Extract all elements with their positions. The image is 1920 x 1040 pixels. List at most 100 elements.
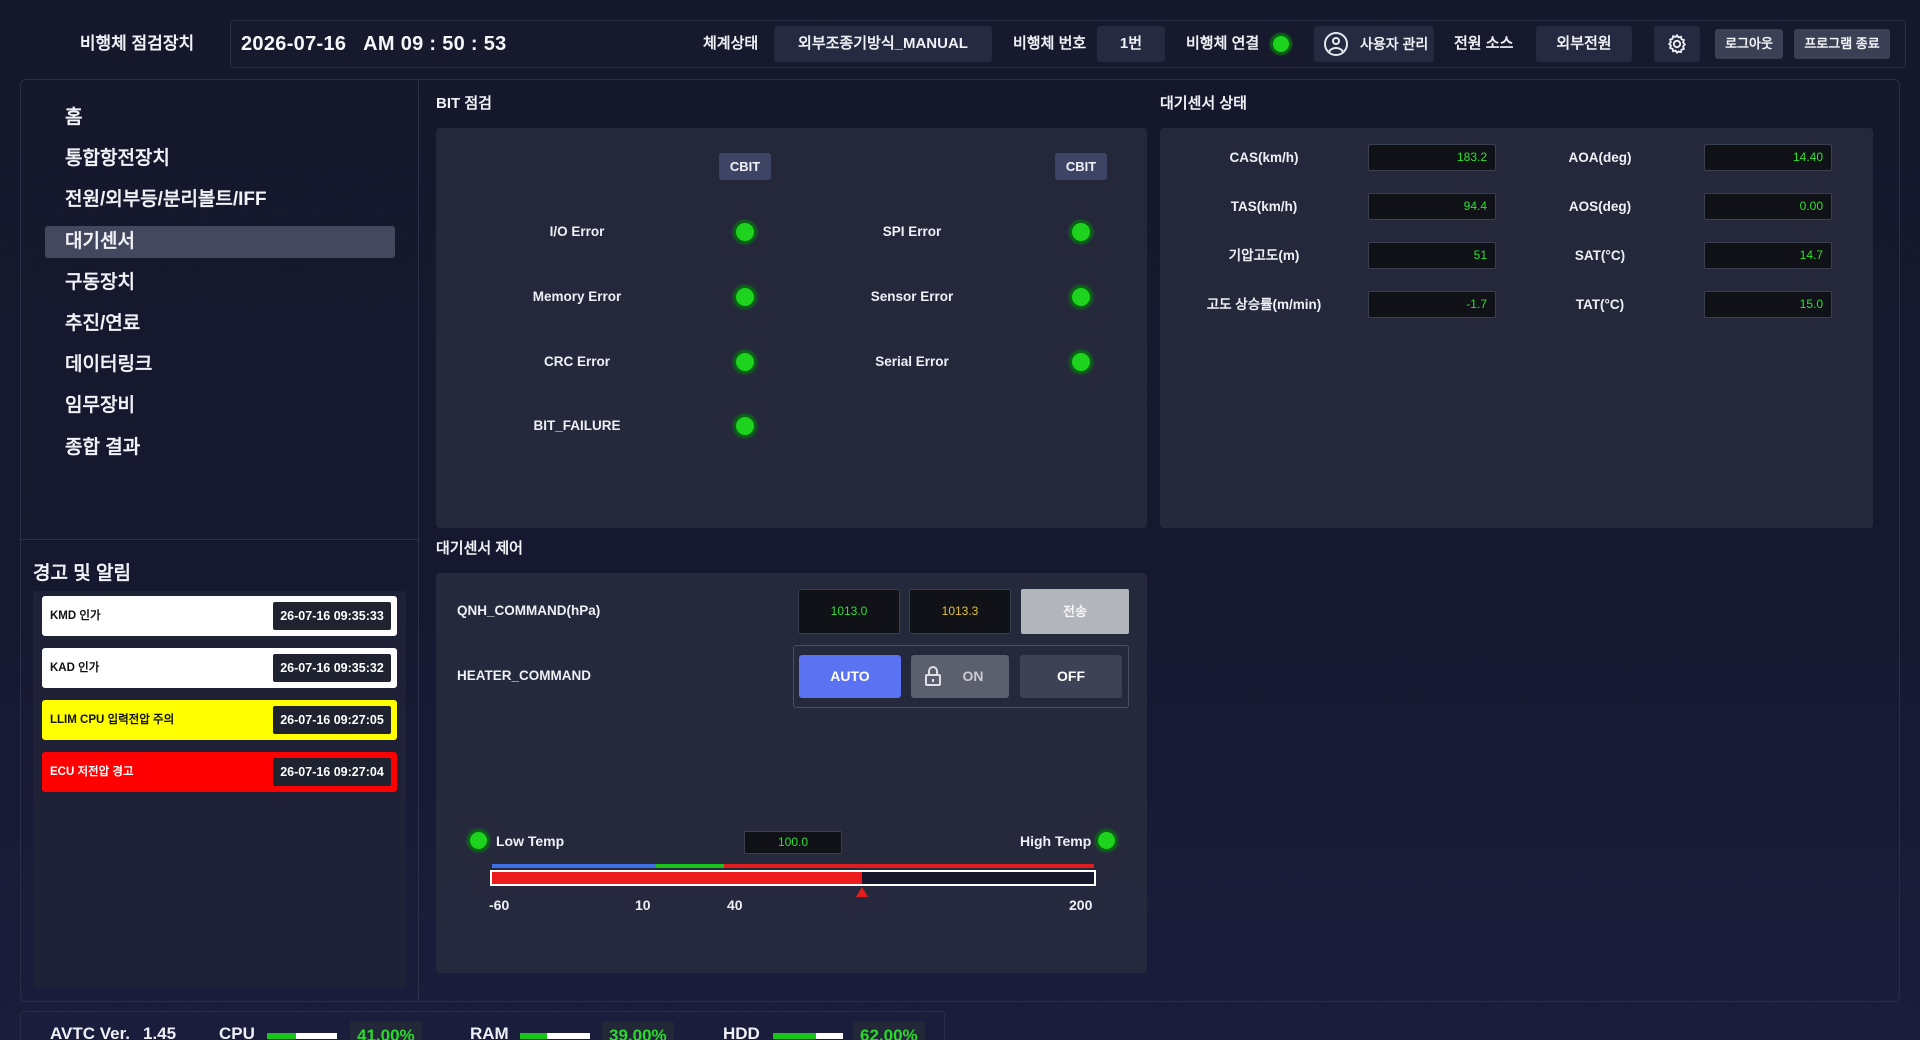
sensor-label-cas: CAS(km/h) [1229, 150, 1299, 165]
alert-text: ECU 저전압 경고 [50, 766, 134, 778]
temp-tick-label: -60 [489, 897, 510, 913]
bit-panel [436, 128, 1147, 528]
alert-time: 26-07-16 09:35:32 [273, 654, 391, 682]
temp-zone-normal [656, 864, 724, 868]
hdd-usage-fill [773, 1033, 817, 1039]
sensor-label-aos: AOS(deg) [1568, 199, 1632, 214]
sensor-value-cas: 183.2 [1368, 144, 1496, 171]
cpu-usage-percent: 41.00% [350, 1021, 422, 1040]
heater-on-button[interactable]: ON [911, 655, 1009, 698]
power-source-value: 외부전원 [1536, 26, 1632, 62]
alert-item[interactable]: KAD 인가 26-07-16 09:35:32 [42, 648, 397, 688]
bit-section-title: BIT 점검 [436, 95, 492, 112]
app-title: 비행체 점검장치 [79, 34, 195, 53]
cbit-header: CBIT [719, 153, 771, 180]
qnh-send-button[interactable]: 전송 [1021, 589, 1129, 634]
sensor-value-aoa: 14.40 [1704, 144, 1832, 171]
alert-item[interactable]: KMD 인가 26-07-16 09:35:33 [42, 596, 397, 636]
status-indicator [736, 353, 754, 371]
qnh-input-field[interactable]: 1013.3 [909, 589, 1011, 634]
temp-zone-hot [724, 864, 1094, 868]
exit-program-button[interactable]: 프로그램 종료 [1794, 29, 1890, 59]
cbit-header: CBIT [1055, 153, 1107, 180]
status-indicator [1072, 353, 1090, 371]
user-management-label: 사용자 관리 [1360, 36, 1429, 52]
status-indicator [1072, 223, 1090, 241]
sensor-label-pressure-altitude: 기압고도(m) [1228, 248, 1300, 263]
vehicle-number-label: 비행체 번호 [1013, 35, 1087, 52]
sidebar-item-air-sensor[interactable]: 대기센서 [45, 226, 395, 258]
sensor-status-panel [1160, 128, 1873, 528]
ram-usage-fill [520, 1033, 548, 1039]
user-icon [1324, 32, 1348, 56]
sensor-label-tas: TAS(km/h) [1230, 199, 1298, 214]
system-state-value: 외부조종기방식_MANUAL [774, 26, 992, 62]
status-indicator [736, 288, 754, 306]
sidebar-item-avionics[interactable]: 통합항전장치 [45, 143, 395, 175]
alert-item[interactable]: LLIM CPU 입력전압 주의 26-07-16 09:27:05 [42, 700, 397, 740]
sensor-value-climb-rate: -1.7 [1368, 291, 1496, 318]
sensor-label-sat: SAT(°C) [1574, 248, 1626, 263]
alert-item[interactable]: ECU 저전압 경고 26-07-16 09:27:04 [42, 752, 397, 792]
gear-icon [1667, 33, 1686, 55]
hdd-usage-percent: 62.00% [853, 1021, 925, 1040]
bit-label-serial-error: Serial Error [875, 354, 949, 369]
heater-auto-button[interactable]: AUTO [799, 655, 901, 698]
cpu-label: CPU [219, 1024, 255, 1040]
qnh-current-value: 1013.0 [798, 589, 900, 634]
sidebar-item-actuator[interactable]: 구동장치 [45, 267, 395, 299]
sensor-value-sat: 14.7 [1704, 242, 1832, 269]
bit-label-sensor-error: Sensor Error [870, 289, 954, 304]
cpu-usage-bar [267, 1033, 337, 1039]
qnh-command-label: QNH_COMMAND(hPa) [457, 603, 601, 618]
sidebar-divider [418, 80, 419, 1001]
temp-gauge-marker [856, 887, 869, 897]
sensor-value-tat: 15.0 [1704, 291, 1832, 318]
status-indicator [1072, 288, 1090, 306]
heater-off-button[interactable]: OFF [1020, 655, 1122, 698]
low-temp-label: Low Temp [496, 833, 565, 849]
temp-zone-cold [492, 864, 656, 868]
sensor-status-title: 대기센서 상태 [1160, 95, 1247, 112]
system-state-label: 체계상태 [703, 35, 759, 52]
version-label: AVTC Ver. [50, 1024, 130, 1040]
heater-command-label: HEATER_COMMAND [457, 668, 591, 683]
version-value: 1.45 [143, 1024, 177, 1040]
hdd-usage-bar [773, 1033, 843, 1039]
alert-text: KAD 인가 [50, 662, 100, 674]
bit-label-bit-failure: BIT_FAILURE [533, 418, 621, 433]
sidebar-item-power[interactable]: 전원/외부등/분리볼트/IFF [45, 184, 395, 216]
bit-label-io-error: I/O Error [549, 224, 605, 239]
user-management-button[interactable]: 사용자 관리 [1314, 26, 1434, 62]
sensor-value-pressure-altitude: 51 [1368, 242, 1496, 269]
alert-time: 26-07-16 09:27:04 [273, 758, 391, 786]
logout-button[interactable]: 로그아웃 [1715, 29, 1783, 59]
temp-tick-label: 200 [1069, 897, 1093, 913]
datetime-display: 2026-07-16 AM 09 : 50 : 53 [241, 33, 507, 55]
bit-label-crc-error: CRC Error [543, 354, 610, 369]
sidebar-item-propulsion[interactable]: 추진/연료 [45, 308, 395, 340]
settings-button[interactable] [1654, 26, 1700, 62]
bit-label-spi-error: SPI Error [882, 224, 942, 239]
sensor-label-aoa: AOA(deg) [1568, 150, 1632, 165]
sidebar-item-summary[interactable]: 종합 결과 [45, 432, 395, 464]
alert-text: KMD 인가 [50, 610, 101, 622]
sensor-control-title: 대기센서 제어 [436, 540, 523, 557]
vehicle-link-status-indicator [1273, 36, 1289, 52]
temp-gauge-track [490, 870, 1096, 886]
high-temp-indicator [1098, 832, 1115, 849]
sensor-label-climb-rate: 고도 상승률(m/min) [1206, 297, 1322, 312]
alert-text: LLIM CPU 입력전압 주의 [50, 714, 175, 726]
status-indicator [736, 417, 754, 435]
sidebar-item-mission[interactable]: 임무장비 [45, 390, 395, 422]
sensor-label-tat: TAT(°C) [1575, 297, 1625, 312]
vehicle-number-value: 1번 [1097, 26, 1165, 62]
high-temp-label: High Temp [1020, 833, 1092, 849]
temp-gauge-fill [492, 872, 863, 884]
alert-time: 26-07-16 09:27:05 [273, 706, 391, 734]
lock-icon [924, 666, 942, 686]
ram-usage-bar [520, 1033, 590, 1039]
sidebar-item-datalink[interactable]: 데이터링크 [45, 349, 395, 381]
sidebar-item-home[interactable]: 홈 [45, 102, 395, 134]
temp-tick-label: 10 [635, 897, 651, 913]
